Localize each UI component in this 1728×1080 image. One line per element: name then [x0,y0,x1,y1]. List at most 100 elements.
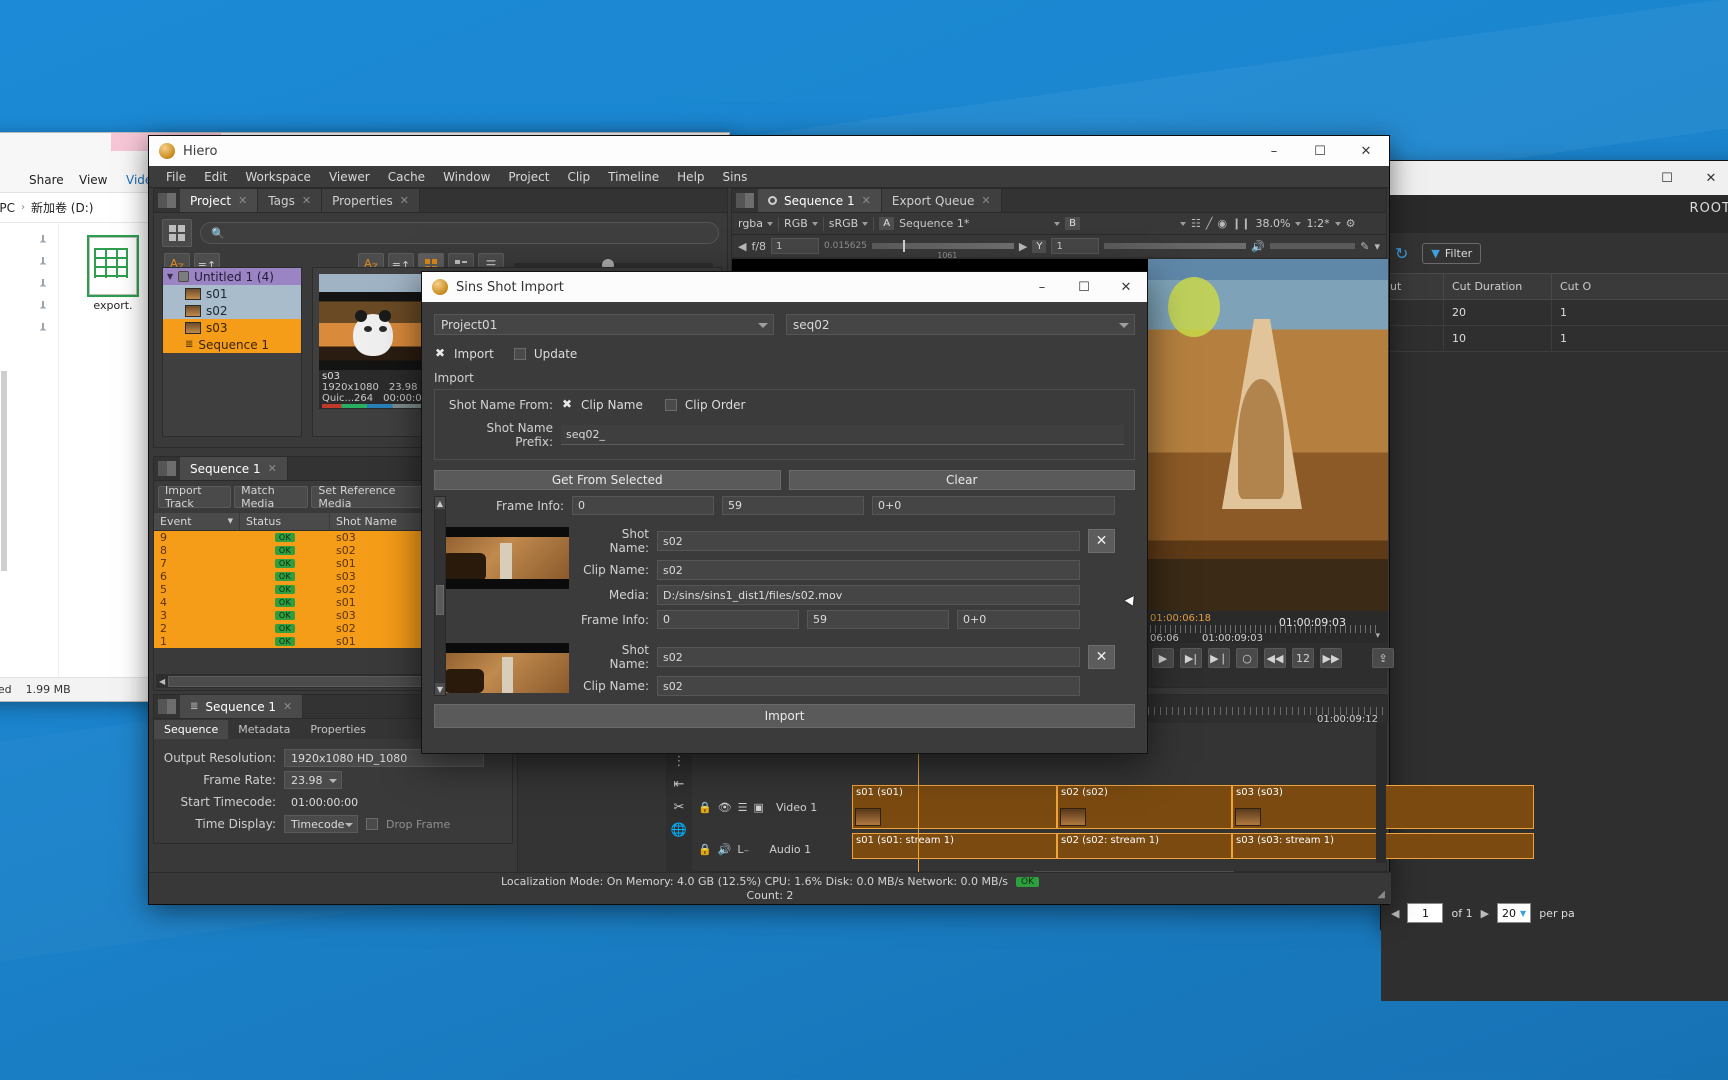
audio-icon[interactable]: 🔊 [1251,240,1265,253]
panel-grip[interactable] [158,699,176,714]
clear-button[interactable]: Clear [788,470,1135,490]
blend-icon[interactable]: ☰ [738,801,748,814]
clip-name-input[interactable]: s02 [657,560,1080,580]
table-row[interactable]: 1 OK s01 [154,635,427,648]
media-input[interactable]: D:/sins/sins1_dist1/files/s02.mov [657,585,1080,605]
nav-item[interactable]: ts [0,273,58,295]
nav-item[interactable]: nts [0,295,58,317]
close-button[interactable]: ✕ [1343,136,1389,166]
menu-cache[interactable]: Cache [379,168,434,186]
table-row[interactable]: 3 OK s03 [154,609,427,622]
visibility-icon[interactable]: 👁 [718,801,732,814]
filter-button[interactable]: ▼ Filter [1422,242,1482,264]
color-picker-icon[interactable]: ✎ [1360,240,1369,253]
rewind-icon[interactable]: ◀◀ [1264,648,1286,668]
play-icon[interactable]: ▶ [1152,648,1174,668]
close-icon[interactable]: ✕ [268,462,277,475]
panel-grip[interactable] [158,461,176,476]
exposure-slider[interactable]: 10 61 [872,240,1014,260]
close-icon[interactable]: ✕ [283,700,292,713]
spreadsheet-hscrollbar[interactable]: ◀ [156,674,425,688]
slip-icon[interactable]: ⇤ [674,777,685,792]
gamma-input[interactable]: 1 [1051,238,1100,254]
menu-file[interactable]: File [157,168,195,186]
chevron-down-icon[interactable]: ▼ [167,272,173,281]
column-event[interactable]: Event ▼ [154,513,240,530]
fast-forward-icon[interactable]: ▶▶ [1320,648,1342,668]
update-checkbox[interactable] [513,348,526,360]
file-item[interactable]: export. [77,235,149,312]
breadcrumb-drive[interactable]: 新加卷 (D:) [31,199,93,216]
resize-grip-icon[interactable]: ◢ [1377,889,1385,900]
nav-item[interactable]: ds [0,229,58,251]
layer-select[interactable]: RGB [784,217,818,230]
refresh-icon[interactable]: ↻ [1395,244,1408,263]
channel-select[interactable]: rgba [738,217,774,230]
colorspace-select[interactable]: sRGB [829,217,869,230]
gain-input[interactable]: 1 [771,238,820,254]
minimize-button[interactable]: – [1251,136,1297,166]
scroll-up-icon[interactable]: ▲ [435,497,445,509]
tab-viewer-sequence-1[interactable]: Sequence 1 ✕ [758,189,882,212]
tab-export-queue[interactable]: Export Queue ✕ [881,189,1002,212]
viewer-menu-icon[interactable]: ▾ [1374,240,1380,253]
viewer-settings-icon[interactable]: ⚙ [1346,217,1356,230]
annotate-icon[interactable]: ╱ [1206,217,1213,230]
table-row[interactable]: 8 OK s02 [154,544,427,557]
tree-item-project-root[interactable]: ▼ Untitled 1 (4) [163,268,301,285]
close-icon[interactable]: ✕ [400,194,409,207]
table-row[interactable]: 9 OK s03 [154,531,427,544]
column-status[interactable]: Status [240,513,330,530]
menu-project[interactable]: Project [499,168,558,186]
menu-help[interactable]: Help [668,168,713,186]
table-row[interactable]: 6 OK s03 [154,570,427,583]
shot-list-scrollarea[interactable]: Frame Info: 0 59 0+0 Shot Name: s02 ✕ Cl… [434,496,1135,696]
tree-item-s03[interactable]: s03 [163,319,301,336]
table-row[interactable]: 2 OK s02 [154,622,427,635]
col-cut-duration[interactable]: Cut Duration [1443,273,1552,300]
solo-icon[interactable]: L₋ [737,843,749,856]
next-page-icon[interactable]: ▶ [1481,907,1489,920]
tab-project[interactable]: Project ✕ [180,189,259,212]
globe-icon[interactable]: 🌐 [671,823,687,838]
aspect-ratio[interactable]: 1:2* [1306,217,1329,230]
import-checkbox[interactable]: ✖ [434,347,446,360]
menu-window[interactable]: Window [434,168,499,186]
frame-step-field[interactable]: 12 [1292,648,1314,668]
timeline-vscrollbar[interactable] [1376,723,1386,863]
input-a-select[interactable]: Sequence 1* [899,217,1049,230]
pause-icon[interactable]: ❙❙ [1232,217,1250,230]
minimize-button[interactable]: minimize [1601,162,1645,194]
top-frame-start-input[interactable]: 0 [572,496,714,515]
dialog-close-button[interactable]: ✕ [1105,272,1147,302]
subtab-sequence[interactable]: Sequence [154,719,229,739]
lock-icon[interactable]: 🔒 [698,843,712,856]
close-icon[interactable]: ✕ [238,194,247,207]
table-row[interactable]: 10 1 [1381,325,1728,352]
ripple-icon[interactable]: ⋮ [673,754,686,769]
table-row[interactable]: 20 1 [1381,299,1728,326]
tree-item-sequence-1[interactable]: ≣ Sequence 1 [163,336,301,353]
nav-item-drive-d[interactable]: D:) [0,711,58,733]
chevron-down-icon[interactable]: ▾ [1375,631,1380,641]
remove-shot-button[interactable]: ✕ [1088,529,1115,553]
top-handles-input[interactable]: 0+0 [872,496,1115,515]
subtab-metadata[interactable]: Metadata [228,720,300,739]
nav-item[interactable]: nts [0,251,58,273]
roi-icon[interactable]: ◉ [1217,217,1227,230]
clip-order-checkbox[interactable] [664,399,677,411]
lock-track-icon[interactable]: ▣ [754,801,764,814]
mute-icon[interactable]: 🔊 [718,843,732,856]
close-icon[interactable]: ✕ [862,194,871,207]
clip-name-input[interactable]: s02 [657,676,1080,696]
close-button[interactable]: ✕ [1689,162,1728,194]
table-row[interactable]: 5 OK s02 [154,583,427,596]
frame-start-input[interactable]: 0 [657,610,799,629]
menu-edit[interactable]: Edit [195,168,236,186]
scroll-down-icon[interactable]: ▼ [435,683,445,695]
lock-icon[interactable]: 🔒 [698,801,712,814]
loop-icon[interactable]: ○ [1236,648,1258,668]
field-value[interactable]: 23.98 [284,771,342,789]
col-ut[interactable]: ut [1381,273,1444,300]
timeline-clip[interactable]: s01 (s01: stream 1) [852,833,1057,859]
